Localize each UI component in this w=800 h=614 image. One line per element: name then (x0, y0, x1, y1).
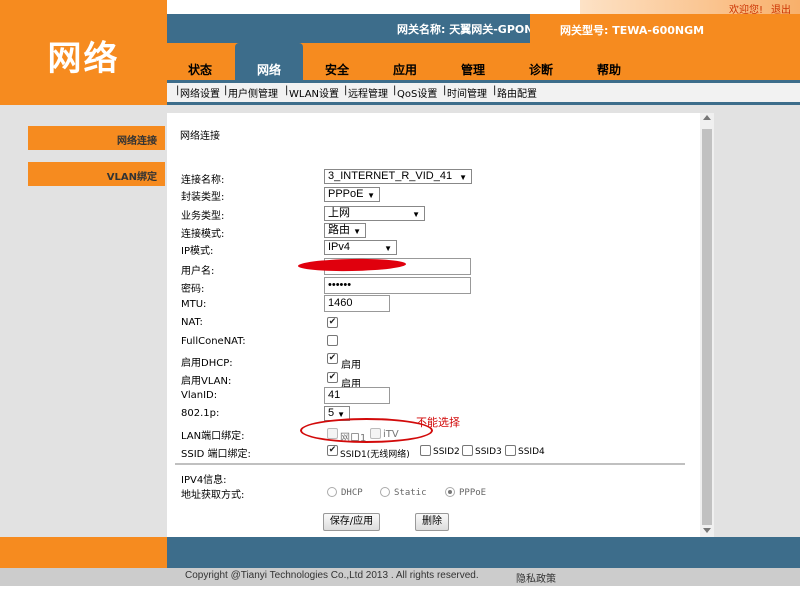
scroll-thumb[interactable] (702, 129, 712, 525)
subnav-time-management[interactable]: 时间管理 (447, 85, 487, 100)
scroll-down-arrow-icon[interactable] (703, 528, 711, 533)
chevron-down-icon: ▼ (384, 244, 392, 253)
ssid3-checkbox[interactable] (462, 445, 473, 456)
ssid-bind-label: SSID 端口绑定: (181, 449, 251, 460)
ssid3-text: SSID3 (475, 447, 502, 457)
sidebar-item-vlan-binding[interactable]: VLAN绑定 (28, 162, 165, 186)
subnav-wlan-settings[interactable]: WLAN设置 (289, 85, 339, 100)
subnav-network-settings[interactable]: 网络设置 (180, 85, 220, 100)
conn-mode-select[interactable]: 路由 ▼ (324, 223, 366, 238)
username-label: 用户名: (181, 266, 215, 277)
annotation-text: 不能选择 (416, 416, 460, 429)
gateway-name: 网关名称: 天翼网关-GPON (397, 23, 534, 36)
ipv4-title: IPV4信息: (181, 475, 227, 486)
header-bar: 网关名称: 天翼网关-GPON 网关型号: TEWA-600NGM (167, 14, 800, 43)
dhcp-label: 启用DHCP: (181, 358, 233, 369)
ssid2-text: SSID2 (433, 447, 460, 457)
addr-static-text: Static (394, 488, 427, 498)
addr-dhcp-radio[interactable] (327, 487, 337, 497)
subnav-remote-management[interactable]: 远程管理 (348, 85, 388, 100)
brand-logo: 网络 (0, 14, 167, 105)
encap-label: 封装类型: (181, 192, 225, 203)
encap-select[interactable]: PPPoE ▼ (324, 187, 380, 202)
addr-label: 地址获取方式: (181, 490, 245, 501)
subnav-route-config[interactable]: 路由配置 (497, 85, 537, 100)
section-title: 网络连接 (180, 131, 220, 142)
password-input[interactable]: •••••• (324, 277, 471, 294)
sidebar-item-network-connection[interactable]: 网络连接 (28, 126, 165, 150)
tab-network[interactable]: 网络 (235, 43, 303, 80)
service-select[interactable]: 上网 ▼ (324, 206, 425, 221)
subnav-qos-settings[interactable]: QoS设置 (397, 85, 437, 100)
chevron-down-icon: ▼ (367, 191, 375, 200)
ssid2-checkbox[interactable] (420, 445, 431, 456)
chevron-down-icon: ▼ (412, 210, 420, 219)
service-label: 业务类型: (181, 211, 225, 222)
tab-diagnostics[interactable]: 诊断 (511, 61, 571, 78)
vlanid-input[interactable]: 41 (324, 387, 390, 404)
tab-help[interactable]: 帮助 (579, 61, 639, 78)
router-admin-page: 欢迎您! 退出 网络 网关名称: 天翼网关-GPON 网关型号: TEWA-60… (0, 0, 800, 614)
dhcp-enabled-text: 启用 (341, 360, 361, 371)
top-strip (0, 0, 800, 14)
tab-security[interactable]: 安全 (307, 61, 367, 78)
section-divider (175, 463, 685, 465)
nat-checkbox[interactable]: ✔ (327, 317, 338, 328)
conn-name-label: 连接名称: (181, 175, 225, 186)
addr-pppoe-text: PPPoE (459, 488, 487, 498)
chevron-down-icon: ▼ (353, 227, 361, 236)
tab-status[interactable]: 状态 (170, 61, 230, 78)
copyright-text: Copyright @Tianyi Technologies Co.,Ltd 2… (185, 570, 479, 581)
password-label: 密码: (181, 284, 205, 295)
p8021-label: 802.1p: (181, 408, 220, 419)
fullcone-checkbox[interactable] (327, 335, 338, 346)
fullcone-label: FullConeNAT: (181, 336, 246, 347)
addr-pppoe-radio[interactable] (445, 487, 455, 497)
ssid4-checkbox[interactable] (505, 445, 516, 456)
vertical-scrollbar[interactable] (700, 113, 714, 537)
vlanid-label: VlanID: (181, 390, 218, 401)
ip-mode-select[interactable]: IPv4 ▼ (324, 240, 397, 255)
vlan-checkbox[interactable]: ✔ (327, 372, 338, 383)
ssid1-text: SSID1(无线网络) (340, 450, 410, 460)
save-apply-button[interactable]: 保存/应用 (323, 513, 380, 531)
mtu-label: MTU: (181, 299, 207, 310)
nat-label: NAT: (181, 317, 203, 328)
dhcp-checkbox[interactable]: ✔ (327, 353, 338, 364)
main-tabs: 状态 网络 安全 应用 管理 诊断 帮助 (167, 43, 800, 80)
annotation-ellipse (300, 418, 433, 443)
conn-mode-label: 连接模式: (181, 229, 225, 240)
tab-management[interactable]: 管理 (443, 61, 503, 78)
scroll-up-arrow-icon[interactable] (703, 115, 711, 120)
footer-bar (167, 537, 800, 568)
sub-nav-bar: | 网络设置 | 用户侧管理 | WLAN设置 | 远程管理 | QoS设置 |… (167, 80, 800, 105)
footer-left (0, 537, 167, 568)
gateway-model: 网关型号: TEWA-600NGM (530, 14, 800, 43)
copyright-bar: Copyright @Tianyi Technologies Co.,Ltd 2… (0, 568, 800, 586)
addr-static-radio[interactable] (380, 487, 390, 497)
ssid1-checkbox[interactable]: ✔ (327, 445, 338, 456)
subnav-lan-management[interactable]: 用户侧管理 (228, 85, 278, 100)
addr-dhcp-text: DHCP (341, 488, 363, 498)
ip-mode-label: IP模式: (181, 246, 214, 257)
delete-button[interactable]: 删除 (415, 513, 449, 531)
chevron-down-icon: ▼ (459, 173, 467, 182)
tab-application[interactable]: 应用 (375, 61, 435, 78)
ssid4-text: SSID4 (518, 447, 545, 457)
conn-name-select[interactable]: 3_INTERNET_R_VID_41 ▼ (324, 169, 472, 184)
brand-title: 网络 (47, 39, 120, 79)
privacy-link[interactable]: 隐私政策 (516, 570, 556, 585)
mtu-input[interactable]: 1460 (324, 295, 390, 312)
vlan-label: 启用VLAN: (181, 376, 232, 387)
lan-bind-label: LAN端口绑定: (181, 431, 245, 442)
